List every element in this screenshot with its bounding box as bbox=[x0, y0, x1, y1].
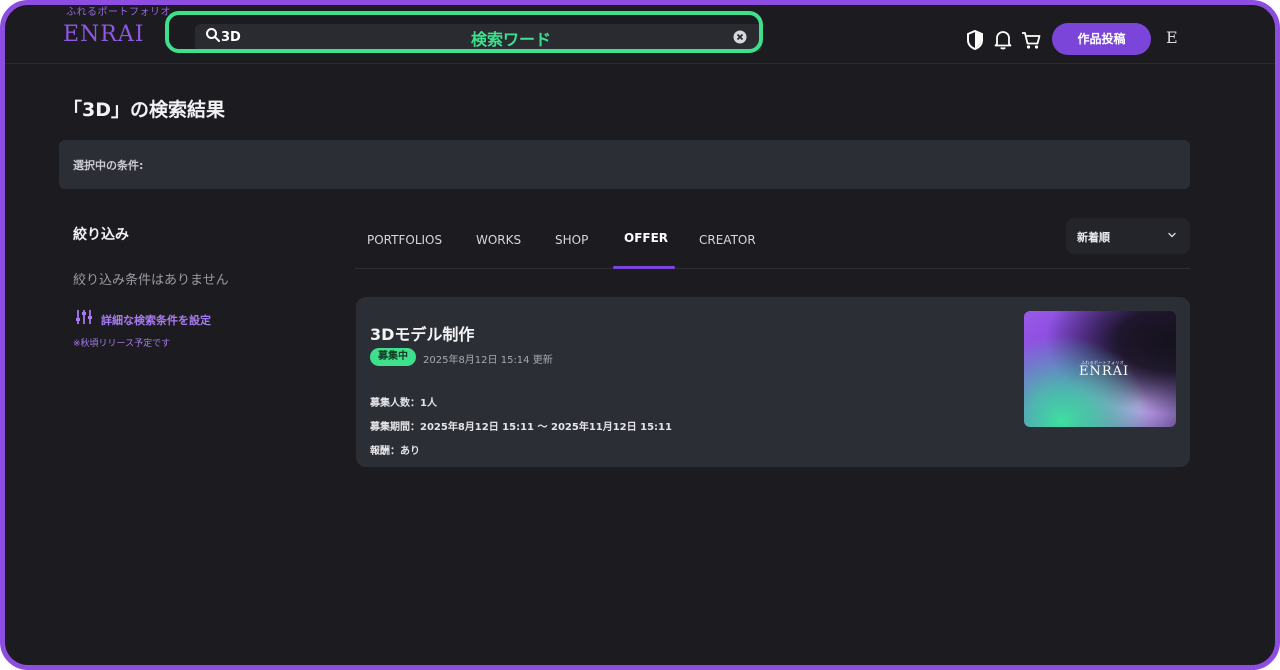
tab-offer[interactable]: OFFER bbox=[624, 231, 668, 245]
reward: 報酬：あり bbox=[370, 446, 420, 457]
tab-works[interactable]: WORKS bbox=[476, 233, 521, 247]
search-highlight-outline bbox=[165, 11, 763, 53]
post-work-button[interactable]: 作品投稿 bbox=[1052, 23, 1151, 55]
filter-heading: 絞り込み bbox=[73, 227, 129, 243]
shield-icon[interactable] bbox=[965, 29, 985, 51]
cart-icon[interactable] bbox=[1021, 29, 1041, 51]
status-badge: 募集中 bbox=[370, 348, 416, 366]
recruit-count: 募集人数：1人 bbox=[370, 398, 437, 409]
offer-card[interactable]: 3Dモデル制作 募集中 2025年8月12日 15:14 更新 募集人数：1人 … bbox=[356, 297, 1190, 467]
advanced-search-link[interactable]: 詳細な検索条件を設定 bbox=[101, 312, 211, 328]
sort-selected-label: 新着順 bbox=[1077, 231, 1110, 244]
thumbnail-logo: ENRAI bbox=[1079, 364, 1130, 379]
recruit-period: 募集期間：2025年8月12日 15:11 〜 2025年11月12日 15:1… bbox=[370, 422, 672, 433]
filter-empty-text: 絞り込み条件はありません bbox=[73, 273, 229, 288]
page-title: 「3D」の検索結果 bbox=[63, 99, 225, 121]
offer-title[interactable]: 3Dモデル制作 bbox=[370, 321, 474, 345]
chevron-down-icon bbox=[1168, 232, 1176, 238]
tab-creator[interactable]: CREATOR bbox=[699, 233, 756, 247]
tab-shop[interactable]: SHOP bbox=[555, 233, 588, 247]
selected-conditions-bar: 選択中の条件: bbox=[59, 140, 1190, 189]
updated-timestamp: 2025年8月12日 15:14 更新 bbox=[423, 355, 553, 366]
logo-tagline: ふれるポートフォリオ bbox=[66, 7, 171, 18]
selected-conditions-label: 選択中の条件: bbox=[73, 159, 144, 172]
result-tabs: PORTFOLIOS WORKS SHOP OFFER CREATOR bbox=[355, 218, 1190, 269]
offer-thumbnail[interactable]: ふれるポートフォリオ ENRAI bbox=[1024, 311, 1176, 427]
sliders-icon[interactable] bbox=[75, 308, 93, 326]
app-frame: ふれるポートフォリオ ENRAI 検索ワード 作品投稿 E bbox=[0, 0, 1280, 670]
sort-select[interactable]: 新着順 bbox=[1066, 218, 1190, 254]
bell-icon[interactable] bbox=[993, 29, 1013, 51]
advanced-search-note: ※秋頃リリース予定です bbox=[73, 339, 171, 349]
active-tab-indicator bbox=[613, 266, 675, 269]
tab-portfolios[interactable]: PORTFOLIOS bbox=[367, 233, 442, 247]
header: ふれるポートフォリオ ENRAI 検索ワード 作品投稿 E bbox=[5, 5, 1275, 64]
logo[interactable]: ENRAI bbox=[63, 22, 144, 47]
avatar[interactable]: E bbox=[1166, 28, 1178, 47]
